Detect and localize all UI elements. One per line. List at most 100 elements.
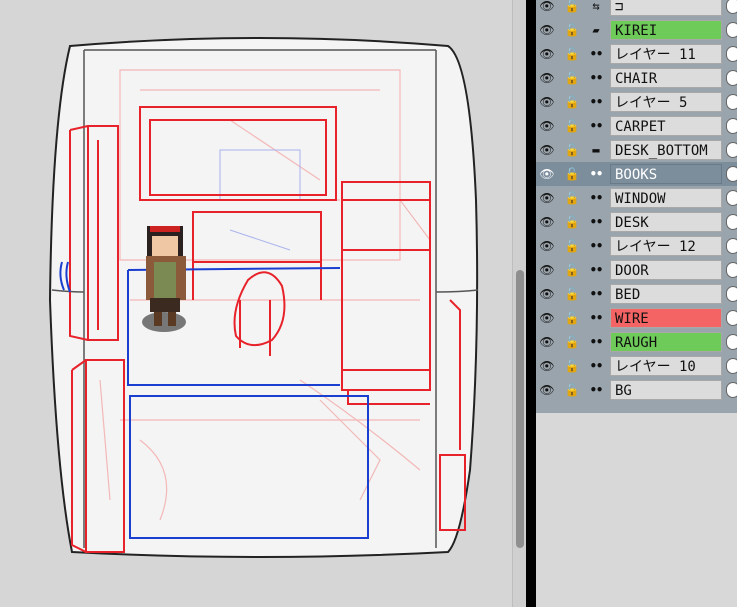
layer-row[interactable]: 👁 🔓 •• WINDOW	[536, 186, 737, 210]
layer-type-icon[interactable]: ••	[587, 214, 605, 230]
layer-row[interactable]: 👁 🔓 •• CHAIR	[536, 66, 737, 90]
layer-name[interactable]: レイヤー 10	[610, 356, 722, 376]
layer-type-icon[interactable]: ••	[587, 286, 605, 302]
layer-name[interactable]: KIREI	[610, 20, 722, 40]
eye-icon[interactable]: 👁	[538, 22, 556, 38]
layer-name[interactable]: WINDOW	[610, 188, 722, 208]
layer-row[interactable]: 👁 🔓 •• BED	[536, 282, 737, 306]
layer-type-icon[interactable]: ••	[587, 190, 605, 206]
lock-icon[interactable]: 🔓	[563, 190, 581, 206]
layer-name[interactable]: RAUGH	[610, 332, 722, 352]
layer-type-icon[interactable]: ••	[587, 166, 605, 182]
layer-name[interactable]: CARPET	[610, 116, 722, 136]
lock-icon[interactable]: 🔓	[563, 46, 581, 62]
layer-type-icon[interactable]: ••	[587, 70, 605, 86]
lock-icon[interactable]: 🔓	[563, 70, 581, 86]
layer-option-toggle[interactable]	[726, 190, 737, 206]
layer-name[interactable]: DOOR	[610, 260, 722, 280]
layer-type-icon[interactable]: ••	[587, 310, 605, 326]
layer-row[interactable]: 👁 🔓 •• レイヤー 10	[536, 354, 737, 378]
layer-option-toggle[interactable]	[726, 358, 737, 374]
layer-name[interactable]: DESK_BOTTOM	[610, 140, 722, 160]
layer-name[interactable]: レイヤー 11	[610, 44, 722, 64]
canvas-scrollbar[interactable]	[512, 0, 527, 607]
eye-icon[interactable]: 👁	[538, 166, 556, 182]
layer-type-icon[interactable]: ••	[587, 46, 605, 62]
lock-icon[interactable]: 🔓	[563, 262, 581, 278]
layer-option-toggle[interactable]	[726, 262, 737, 278]
lock-icon[interactable]: 🔓	[563, 238, 581, 254]
layer-row[interactable]: 👁 🔓 •• BG	[536, 378, 737, 402]
layer-row[interactable]: 👁 🔓 •• RAUGH	[536, 330, 737, 354]
layer-option-toggle[interactable]	[726, 118, 737, 134]
layer-option-toggle[interactable]	[726, 166, 737, 182]
layer-row[interactable]: 👁 🔓 ▰ KIREI	[536, 18, 737, 42]
layer-option-toggle[interactable]	[726, 142, 737, 158]
layer-row[interactable]: 👁 🔓 •• CARPET	[536, 114, 737, 138]
layer-type-icon[interactable]: ••	[587, 118, 605, 134]
layer-option-toggle[interactable]	[726, 46, 737, 62]
layer-row[interactable]: 👁 🔓 ▬ DESK_BOTTOM	[536, 138, 737, 162]
lock-icon[interactable]: 🔓	[563, 286, 581, 302]
lock-icon[interactable]: 🔓	[563, 0, 581, 14]
eye-icon[interactable]: 👁	[538, 358, 556, 374]
lock-icon[interactable]: 🔓	[563, 166, 581, 182]
lock-icon[interactable]: 🔓	[563, 94, 581, 110]
link-icon[interactable]: ⇆	[587, 0, 605, 14]
lock-icon[interactable]: 🔓	[563, 142, 581, 158]
layer-row[interactable]: 👁 🔓 ⇆ ⊐	[536, 0, 737, 18]
eye-icon[interactable]: 👁	[538, 310, 556, 326]
eye-icon[interactable]: 👁	[538, 118, 556, 134]
eye-icon[interactable]: 👁	[538, 286, 556, 302]
eye-icon[interactable]: 👁	[538, 262, 556, 278]
lock-icon[interactable]: 🔓	[563, 310, 581, 326]
layer-option-toggle[interactable]	[726, 286, 737, 302]
layer-name[interactable]: DESK	[610, 212, 722, 232]
eye-icon[interactable]: 👁	[538, 214, 556, 230]
lock-icon[interactable]: 🔓	[563, 214, 581, 230]
layer-type-icon[interactable]: ••	[587, 358, 605, 374]
eye-icon[interactable]: 👁	[538, 382, 556, 398]
layer-header-icon[interactable]: ⊐	[610, 0, 722, 16]
lock-icon[interactable]: 🔓	[563, 22, 581, 38]
layer-name[interactable]: BOOKS	[610, 164, 722, 184]
layer-type-icon[interactable]: ••	[587, 238, 605, 254]
layer-row[interactable]: 👁 🔓 •• レイヤー 12	[536, 234, 737, 258]
lock-icon[interactable]: 🔓	[563, 358, 581, 374]
layer-name[interactable]: BG	[610, 380, 722, 400]
layer-row[interactable]: 👁 🔓 •• WIRE	[536, 306, 737, 330]
layer-option-toggle[interactable]	[726, 94, 737, 110]
drawing-canvas[interactable]	[0, 0, 512, 607]
layer-name[interactable]: CHAIR	[610, 68, 722, 88]
scrollbar-thumb[interactable]	[516, 270, 524, 548]
layer-option-toggle[interactable]	[726, 214, 737, 230]
layer-name[interactable]: レイヤー 5	[610, 92, 722, 112]
layer-row[interactable]: 👁 🔓 •• BOOKS	[536, 162, 737, 186]
layer-type-icon[interactable]: ••	[587, 262, 605, 278]
lock-icon[interactable]: 🔓	[563, 118, 581, 134]
layer-option-toggle[interactable]	[726, 334, 737, 350]
lock-icon[interactable]: 🔓	[563, 382, 581, 398]
eye-icon[interactable]: 👁	[538, 70, 556, 86]
layer-row[interactable]: 👁 🔓 •• レイヤー 5	[536, 90, 737, 114]
layer-row[interactable]: 👁 🔓 •• DOOR	[536, 258, 737, 282]
layer-name[interactable]: BED	[610, 284, 722, 304]
folder-icon[interactable]: ▰	[587, 22, 605, 38]
eye-icon[interactable]: 👁	[538, 142, 556, 158]
layer-option-toggle[interactable]	[726, 382, 737, 398]
mask-icon[interactable]: ▬	[587, 142, 605, 158]
eye-icon[interactable]: 👁	[538, 334, 556, 350]
layer-row[interactable]: 👁 🔓 •• レイヤー 11	[536, 42, 737, 66]
eye-icon[interactable]: 👁	[538, 46, 556, 62]
eye-icon[interactable]: 👁	[538, 238, 556, 254]
eye-icon[interactable]: 👁	[538, 0, 556, 14]
eye-icon[interactable]: 👁	[538, 94, 556, 110]
layer-option-toggle[interactable]	[726, 0, 737, 14]
layer-option-toggle[interactable]	[726, 70, 737, 86]
layer-name[interactable]: WIRE	[610, 308, 722, 328]
layer-type-icon[interactable]: ••	[587, 382, 605, 398]
layer-name[interactable]: レイヤー 12	[610, 236, 722, 256]
lock-icon[interactable]: 🔓	[563, 334, 581, 350]
eye-icon[interactable]: 👁	[538, 190, 556, 206]
layer-row[interactable]: 👁 🔓 •• DESK	[536, 210, 737, 234]
